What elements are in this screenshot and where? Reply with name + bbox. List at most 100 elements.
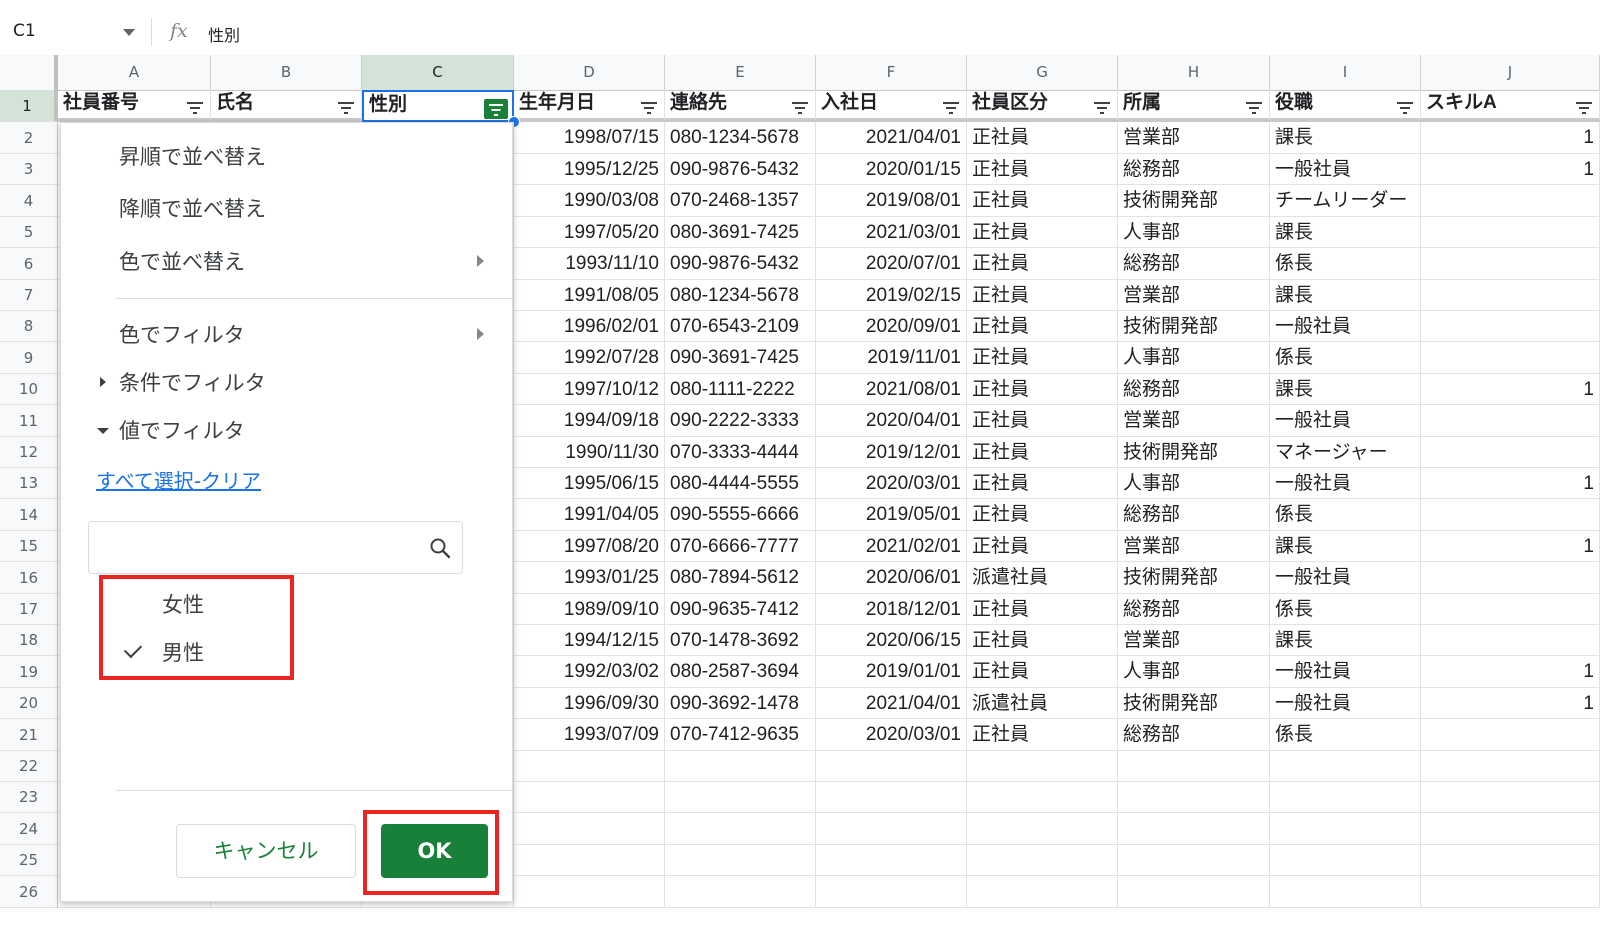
table-cell[interactable]: 総務部	[1118, 594, 1270, 625]
table-cell[interactable]: 080-3691-7425	[665, 217, 816, 248]
table-cell[interactable]: 1994/12/15	[514, 625, 665, 656]
table-cell[interactable]	[1270, 845, 1421, 876]
sort-descending-item[interactable]: 降順で並べ替え	[119, 193, 266, 223]
filter-icon[interactable]	[1245, 100, 1263, 114]
table-cell[interactable]: 一般社員	[1270, 688, 1421, 719]
table-cell[interactable]: 1993/11/10	[514, 248, 665, 280]
table-cell[interactable]: 課長	[1270, 625, 1421, 656]
table-cell[interactable]	[665, 845, 816, 876]
table-cell[interactable]: 正社員	[967, 656, 1118, 688]
expand-right-icon[interactable]	[100, 377, 106, 387]
row-header-20[interactable]: 20	[0, 688, 58, 719]
row-header-22[interactable]: 22	[0, 751, 58, 782]
table-cell[interactable]: 070-1478-3692	[665, 625, 816, 656]
formula-input[interactable]: 性別	[208, 22, 240, 46]
row-header-10[interactable]: 10	[0, 374, 58, 405]
table-cell[interactable]	[514, 845, 665, 876]
table-cell[interactable]: 2020/03/01	[816, 719, 967, 751]
column-header-f[interactable]: F	[816, 55, 967, 90]
table-cell[interactable]: 1995/06/15	[514, 468, 665, 499]
chevron-down-icon[interactable]	[123, 29, 135, 36]
table-cell[interactable]	[1421, 813, 1600, 845]
table-cell[interactable]: 2020/09/01	[816, 311, 967, 342]
table-cell[interactable]: 技術開発部	[1118, 437, 1270, 468]
header-cell[interactable]: 入社日	[816, 90, 967, 122]
table-cell[interactable]	[1270, 876, 1421, 908]
filter-icon[interactable]	[1575, 100, 1593, 114]
table-cell[interactable]: 1	[1421, 374, 1600, 405]
row-header-1[interactable]: 1	[0, 90, 58, 122]
select-all-link[interactable]: すべて選択-クリア	[96, 465, 261, 494]
table-cell[interactable]: 070-3333-4444	[665, 437, 816, 468]
table-cell[interactable]: 1	[1421, 688, 1600, 719]
table-cell[interactable]: 正社員	[967, 531, 1118, 562]
table-cell[interactable]: 1998/07/15	[514, 122, 665, 154]
table-cell[interactable]: 070-6543-2109	[665, 311, 816, 342]
table-cell[interactable]: 課長	[1270, 280, 1421, 311]
table-cell[interactable]: 正社員	[967, 122, 1118, 154]
row-header-2[interactable]: 2	[0, 122, 58, 154]
table-cell[interactable]: 2019/05/01	[816, 499, 967, 531]
table-cell[interactable]: 人事部	[1118, 468, 1270, 499]
row-header-5[interactable]: 5	[0, 217, 58, 248]
table-cell[interactable]	[967, 782, 1118, 813]
table-cell[interactable]	[816, 782, 967, 813]
clear-link[interactable]: クリア	[201, 469, 261, 493]
table-cell[interactable]: 1993/07/09	[514, 719, 665, 751]
table-cell[interactable]	[1421, 311, 1600, 342]
table-cell[interactable]: 1	[1421, 531, 1600, 562]
table-cell[interactable]: 課長	[1270, 374, 1421, 405]
table-cell[interactable]: 090-9635-7412	[665, 594, 816, 625]
row-header-4[interactable]: 4	[0, 185, 58, 217]
table-cell[interactable]	[1421, 876, 1600, 908]
table-cell[interactable]	[1118, 845, 1270, 876]
table-cell[interactable]	[967, 845, 1118, 876]
table-cell[interactable]: 2021/02/01	[816, 531, 967, 562]
table-cell[interactable]: 1	[1421, 154, 1600, 185]
table-cell[interactable]	[1421, 782, 1600, 813]
table-cell[interactable]: 080-7894-5612	[665, 562, 816, 594]
table-cell[interactable]: 正社員	[967, 437, 1118, 468]
table-cell[interactable]: 正社員	[967, 185, 1118, 217]
table-cell[interactable]: 総務部	[1118, 154, 1270, 185]
table-cell[interactable]: マネージャー	[1270, 437, 1421, 468]
table-cell[interactable]: 2020/03/01	[816, 468, 967, 499]
table-cell[interactable]: 総務部	[1118, 719, 1270, 751]
table-cell[interactable]: 正社員	[967, 342, 1118, 374]
row-header-9[interactable]: 9	[0, 342, 58, 374]
row-header-23[interactable]: 23	[0, 782, 58, 813]
table-cell[interactable]	[1421, 405, 1600, 437]
row-header-21[interactable]: 21	[0, 719, 58, 751]
table-cell[interactable]	[967, 876, 1118, 908]
table-cell[interactable]	[1421, 719, 1600, 751]
table-cell[interactable]	[1421, 562, 1600, 594]
table-cell[interactable]: 080-1234-5678	[665, 280, 816, 311]
table-cell[interactable]: 080-2587-3694	[665, 656, 816, 688]
table-cell[interactable]	[1118, 876, 1270, 908]
table-cell[interactable]: 1996/02/01	[514, 311, 665, 342]
table-cell[interactable]: 1997/05/20	[514, 217, 665, 248]
table-cell[interactable]: 070-7412-9635	[665, 719, 816, 751]
filter-icon[interactable]	[186, 100, 204, 114]
row-header-14[interactable]: 14	[0, 499, 58, 531]
table-cell[interactable]: 派遣社員	[967, 688, 1118, 719]
table-cell[interactable]	[665, 813, 816, 845]
expand-down-icon[interactable]	[97, 428, 109, 434]
table-cell[interactable]: 正社員	[967, 625, 1118, 656]
table-cell[interactable]: 090-9876-5432	[665, 248, 816, 280]
table-cell[interactable]	[514, 813, 665, 845]
table-cell[interactable]: 技術開発部	[1118, 688, 1270, 719]
table-cell[interactable]	[514, 751, 665, 782]
table-cell[interactable]: 一般社員	[1270, 311, 1421, 342]
table-cell[interactable]	[665, 876, 816, 908]
row-header-6[interactable]: 6	[0, 248, 58, 280]
table-cell[interactable]	[1421, 625, 1600, 656]
table-cell[interactable]: 070-2468-1357	[665, 185, 816, 217]
table-cell[interactable]: 一般社員	[1270, 405, 1421, 437]
table-cell[interactable]: 1	[1421, 122, 1600, 154]
table-cell[interactable]: 2021/04/01	[816, 122, 967, 154]
filter-by-condition-item[interactable]: 条件でフィルタ	[119, 367, 266, 397]
table-cell[interactable]	[1270, 782, 1421, 813]
table-cell[interactable]: 2020/06/15	[816, 625, 967, 656]
table-cell[interactable]	[1421, 280, 1600, 311]
